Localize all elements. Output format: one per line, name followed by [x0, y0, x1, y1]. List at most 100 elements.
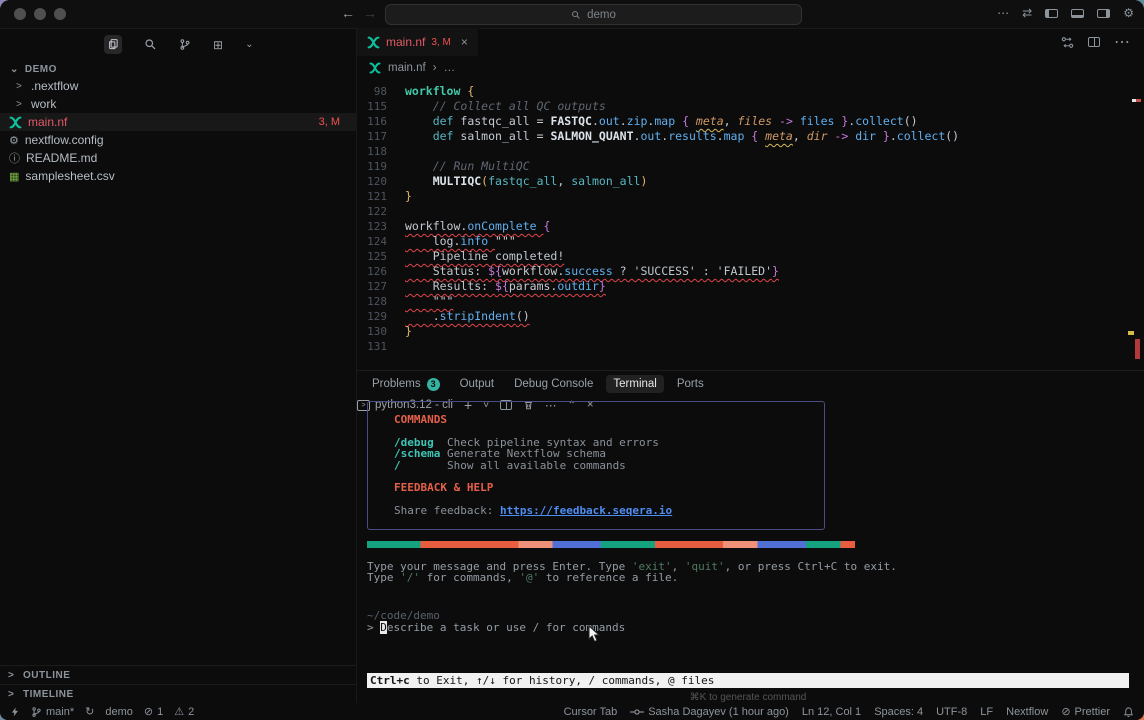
code-line: 128 """: [357, 294, 1144, 309]
terminal-prompt[interactable]: > Describe a task or use / for commands: [367, 622, 1132, 634]
swap-arrows-icon[interactable]: ⇄: [1022, 6, 1032, 20]
feedback-link[interactable]: https://feedback.seqera.io: [500, 504, 672, 517]
chevron-right-icon: >: [8, 689, 17, 700]
info-icon: ⓘ: [9, 150, 20, 166]
file-samplesheet-csv[interactable]: ▦samplesheet.csv: [0, 167, 356, 185]
split-editor-icon[interactable]: [1088, 37, 1100, 47]
code-text: def fastqc_all = FASTQC.out.zip.map { me…: [387, 114, 918, 129]
breadcrumb-file[interactable]: main.nf: [388, 62, 426, 74]
hint-text: to Exit, ↑/↓ for history, / commands, @ …: [410, 674, 715, 687]
toggle-sidebar-icon[interactable]: [1045, 9, 1058, 18]
line-number: 129: [357, 309, 387, 324]
folder-work[interactable]: >work: [0, 95, 356, 113]
formatter-prettier[interactable]: ⊘Prettier: [1061, 705, 1110, 718]
remote-indicator[interactable]: [10, 706, 20, 718]
cli-help-box: COMMANDS /debugCheck pipeline syntax and…: [367, 401, 825, 530]
file-nextflow-config[interactable]: ⚙nextflow.config: [0, 131, 356, 149]
zoom-window-button[interactable]: [54, 8, 66, 20]
editor-group: main.nf 3, M × ⋯: [357, 28, 1144, 370]
compare-changes-icon[interactable]: [1061, 36, 1074, 49]
line-number: 125: [357, 249, 387, 264]
prettier-icon: ⊘: [1061, 705, 1070, 718]
panel-tab-label: Problems: [372, 378, 421, 390]
language-mode[interactable]: Nextflow: [1006, 706, 1048, 718]
generate-command-hint: ⌘K to generate command: [367, 692, 1129, 704]
error-icon: ⊘: [144, 705, 153, 718]
git-branch[interactable]: main*: [31, 706, 74, 718]
notifications-bell[interactable]: [1123, 706, 1134, 718]
panel-tabs: Problems3 Output Debug Console Terminal Port…: [357, 371, 1144, 397]
search-value: demo: [587, 9, 616, 21]
status-label: Sasha Dagayev (1 hour ago): [648, 706, 789, 718]
tab-problems-badge: 3, M: [431, 37, 450, 48]
views-chevron-icon[interactable]: ⌄: [245, 39, 253, 50]
terminal-help-text: Type your message and press Enter. Type …: [367, 561, 1132, 584]
folder-nextflow[interactable]: >.nextflow: [0, 77, 356, 95]
toggle-secondary-sidebar-icon[interactable]: [1097, 9, 1110, 18]
explorer-section-header[interactable]: ⌄ DEMO: [0, 59, 356, 77]
tab-terminal[interactable]: Terminal: [606, 375, 663, 393]
gear-icon: ⚙: [9, 134, 19, 147]
code-text: }: [387, 324, 412, 339]
line-number: 123: [357, 219, 387, 234]
terminal-content[interactable]: COMMANDS /debugCheck pipeline syntax and…: [367, 401, 1132, 703]
customize-layout-icon[interactable]: ⚙: [1123, 6, 1134, 20]
status-label: Ln 12, Col 1: [802, 706, 861, 718]
back-icon[interactable]: ←: [341, 5, 355, 21]
cursor-tab[interactable]: Cursor Tab: [564, 706, 618, 718]
code-line: 127 Results: ${params.outdir}: [357, 279, 1144, 294]
workbench: ⊞ ⌄ ⌄ DEMO >.nextflow>work main.nf3, M⚙n…: [0, 28, 1144, 703]
minimize-window-button[interactable]: [34, 8, 46, 20]
git-blame[interactable]: Sasha Dagayev (1 hour ago): [630, 706, 789, 718]
line-number: 122: [357, 204, 387, 219]
titlebar-search[interactable]: demo: [385, 4, 802, 25]
tab-main-nf[interactable]: main.nf 3, M ×: [357, 28, 479, 56]
rainbow-progress-bar: [367, 541, 855, 548]
cursor-position[interactable]: Ln 12, Col 1: [802, 706, 861, 718]
explorer-icon[interactable]: [104, 35, 122, 54]
line-number: 121: [357, 189, 387, 204]
sync-status[interactable]: ↻: [85, 705, 94, 718]
more-actions-icon[interactable]: ⋯: [997, 6, 1009, 20]
command-description: Show all available commands: [447, 460, 626, 472]
problems-errors[interactable]: ⊘1: [144, 705, 163, 718]
tab-output[interactable]: Output: [453, 375, 502, 393]
section-outline[interactable]: >OUTLINE: [0, 665, 356, 684]
tab-problems[interactable]: Problems3: [365, 375, 447, 394]
feedback-title: FEEDBACK & HELP: [394, 482, 824, 494]
close-tab-icon[interactable]: ×: [461, 35, 468, 49]
close-window-button[interactable]: [14, 8, 26, 20]
tab-debug-console[interactable]: Debug Console: [507, 375, 600, 393]
code-text: """: [387, 294, 453, 309]
code-editor[interactable]: 98workflow {115 // Collect all QC output…: [357, 80, 1144, 370]
status-left: main* ↻ demo ⊘1 ⚠2: [10, 705, 194, 718]
nextflow-icon: [9, 116, 22, 129]
code-text: log.info """: [387, 234, 516, 249]
profile-demo[interactable]: demo: [105, 706, 133, 718]
panel-tab-label: Terminal: [613, 378, 656, 390]
problems-warnings[interactable]: ⚠2: [174, 705, 194, 718]
eol[interactable]: LF: [980, 706, 993, 718]
breadcrumb-symbol[interactable]: …: [444, 62, 456, 74]
file-readme-md[interactable]: ⓘREADME.md: [0, 149, 356, 167]
search-icon[interactable]: [144, 38, 157, 51]
code-text: [387, 144, 405, 159]
tab-ports[interactable]: Ports: [670, 375, 711, 393]
section-timeline[interactable]: >TIMELINE: [0, 684, 356, 703]
breadcrumb[interactable]: main.nf › …: [357, 56, 1144, 80]
terminal-hint-bar: Ctrl+c to Exit, ↑/↓ for history, / comma…: [367, 673, 1129, 688]
encoding[interactable]: UTF-8: [936, 706, 967, 718]
more-actions-icon[interactable]: ⋯: [1114, 32, 1130, 52]
indentation[interactable]: Spaces: 4: [874, 706, 923, 718]
commands-title: COMMANDS: [394, 414, 824, 426]
file-main-nf[interactable]: main.nf3, M: [0, 113, 356, 131]
source-control-icon[interactable]: [179, 38, 191, 51]
sidebar-bottom-sections: >OUTLINE>TIMELINE: [0, 665, 356, 703]
line-number: 130: [357, 324, 387, 339]
status-bar: main* ↻ demo ⊘1 ⚠2 Cursor Tab Sasha Dagayev …: [0, 703, 1144, 720]
app-window: ← → demo ⋯ ⇄ ⚙: [0, 0, 1144, 720]
toggle-panel-icon[interactable]: [1071, 9, 1084, 18]
extensions-icon[interactable]: ⊞: [213, 38, 223, 52]
code-text: }: [387, 189, 412, 204]
line-number: 115: [357, 99, 387, 114]
